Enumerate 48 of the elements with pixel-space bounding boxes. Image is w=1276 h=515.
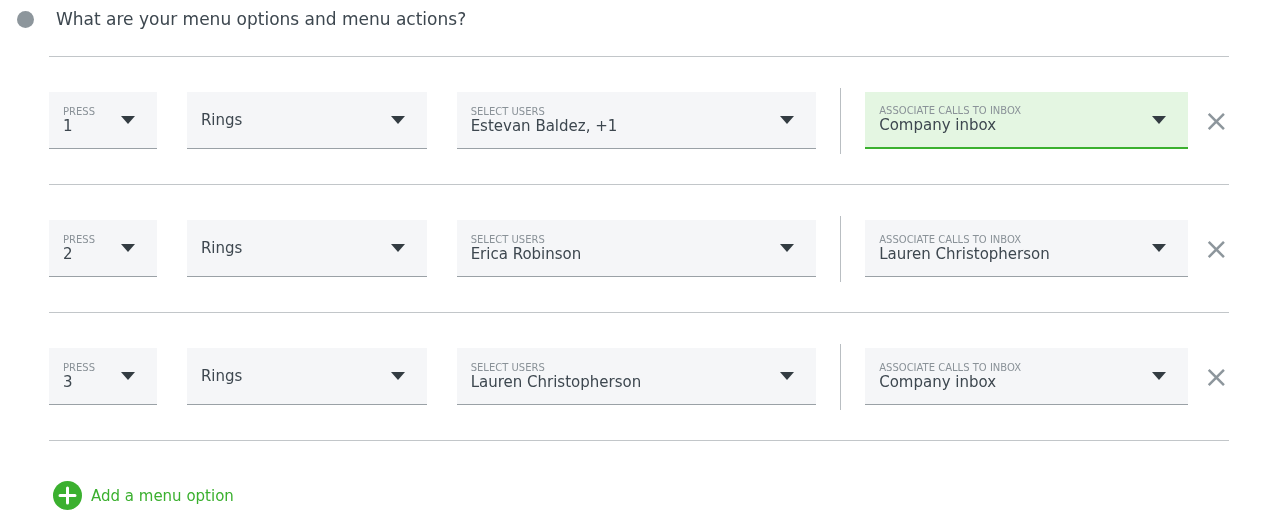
field-label: SELECT USERS [470,233,546,245]
field-value: Lauren Christopherson [879,244,1051,263]
field-label: ASSOCIATE CALLS TO INBOX [879,105,1023,116]
plus-circle-icon[interactable] [53,481,82,510]
question-text: What are your menu options and menu actions? [56,9,467,29]
caret-icon [120,116,135,124]
inbox-select[interactable]: ASSOCIATE CALLS TO INBOX Company inbox [865,92,1188,149]
field-value: Company inbox [879,116,998,134]
field-label: SELECT USERS [470,105,546,117]
field-value: 3 [63,372,74,391]
press-select[interactable]: PRESS 1 [49,92,157,149]
users-select[interactable]: SELECT USERS Erica Robinson [456,220,817,277]
inbox-select[interactable]: ASSOCIATE CALLS TO INBOX Company inbox [865,348,1188,405]
inbox-select[interactable]: ASSOCIATE CALLS TO INBOX Lauren Christopherson [865,220,1188,277]
field-value: 2 [63,244,74,263]
field-value: 1 [63,116,74,135]
caret-icon [120,372,135,380]
field-value: Rings [200,367,244,385]
caret-icon [120,244,135,252]
users-select[interactable]: SELECT USERS Estevan Baldez, +1 [456,92,817,149]
press-select[interactable]: PRESS 3 [49,348,157,405]
caret-icon [1151,244,1166,252]
caret-icon [390,116,405,124]
field-label: SELECT USERS [470,361,546,373]
caret-icon [780,372,795,380]
press-select[interactable]: PRESS 2 [49,220,157,277]
field-value: Rings [200,111,244,129]
field-label: PRESS [63,233,96,245]
field-label: PRESS [63,105,96,117]
action-select[interactable]: Rings [186,92,427,149]
field-value: Lauren Christopherson [470,372,643,391]
users-select[interactable]: SELECT USERS Lauren Christopherson [456,348,817,405]
caret-icon [390,372,405,380]
field-value: Company inbox [879,372,998,391]
caret-icon [780,116,795,124]
field-value: Erica Robinson [470,244,583,263]
caret-icon [780,244,795,252]
field-label: PRESS [63,361,96,373]
field-value: Rings [200,239,244,257]
bullet-icon [17,10,34,28]
action-select[interactable]: Rings [186,220,427,277]
action-select[interactable]: Rings [186,348,427,405]
caret-icon [1151,115,1166,124]
caret-icon [1151,372,1166,380]
field-label: ASSOCIATE CALLS TO INBOX [879,233,1023,245]
caret-icon [390,244,405,252]
field-value: Estevan Baldez, +1 [470,116,619,135]
field-label: ASSOCIATE CALLS TO INBOX [879,361,1023,373]
